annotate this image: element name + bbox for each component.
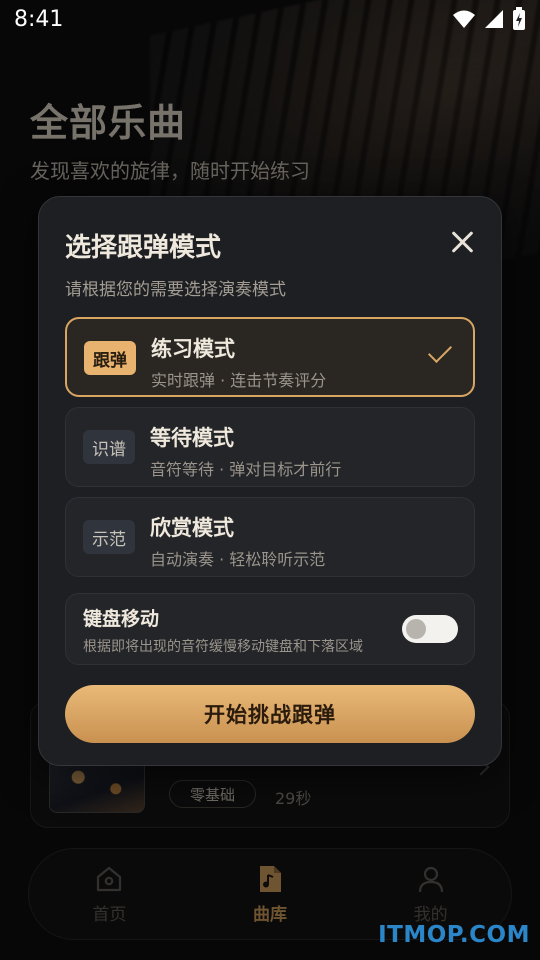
- mode-name: 练习模式: [151, 337, 235, 361]
- dialog-description: 请根据您的需要选择演奏模式: [65, 280, 286, 300]
- keyboard-move-title: 键盘移动: [83, 608, 160, 630]
- mode-option-wait[interactable]: 识谱 等待模式 音符等待 · 弹对目标才前行: [65, 407, 475, 487]
- mode-description: 实时跟弹 · 连击节奏评分: [151, 371, 327, 390]
- mode-description: 音符等待 · 弹对目标才前行: [150, 460, 342, 479]
- mode-description: 自动演奏 · 轻松聆听示范: [150, 550, 326, 569]
- status-time: 8:41: [14, 6, 64, 32]
- start-challenge-button[interactable]: 开始挑战跟弹: [65, 685, 475, 743]
- mode-select-dialog: 选择跟弹模式 请根据您的需要选择演奏模式 跟弹 练习模式 实时跟弹 · 连击节奏…: [38, 196, 502, 766]
- mode-badge: 跟弹: [84, 341, 136, 375]
- mode-name: 等待模式: [150, 426, 234, 450]
- mode-option-practice[interactable]: 跟弹 练习模式 实时跟弹 · 连击节奏评分: [65, 317, 475, 397]
- keyboard-move-description: 根据即将出现的音符缓慢移动键盘和下落区域: [83, 639, 363, 655]
- battery-charging-icon: [513, 7, 525, 30]
- status-bar: 8:41: [0, 0, 540, 38]
- checkmark-icon: [427, 338, 453, 364]
- mode-name: 欣赏模式: [150, 516, 234, 540]
- watermark: ITMOP.COM: [378, 922, 530, 948]
- keyboard-move-setting: 键盘移动 根据即将出现的音符缓慢移动键盘和下落区域: [65, 593, 475, 665]
- signal-icon: [485, 10, 503, 28]
- toggle-knob: [406, 619, 426, 639]
- mode-badge: 识谱: [83, 430, 135, 464]
- close-icon[interactable]: [447, 227, 477, 257]
- mode-badge: 示范: [83, 520, 135, 554]
- dialog-title: 选择跟弹模式: [65, 233, 222, 263]
- keyboard-move-toggle[interactable]: [402, 615, 458, 643]
- mode-option-appreciate[interactable]: 示范 欣赏模式 自动演奏 · 轻松聆听示范: [65, 497, 475, 577]
- wifi-icon: [453, 10, 475, 28]
